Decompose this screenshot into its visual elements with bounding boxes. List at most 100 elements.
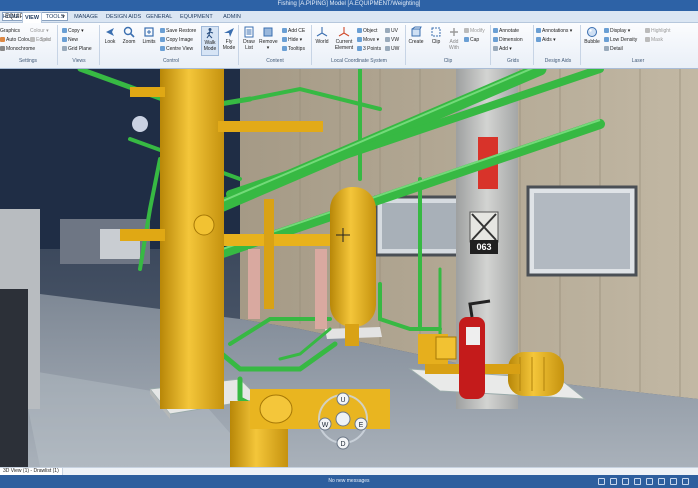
- centre-view-item[interactable]: Centre View: [160, 46, 193, 52]
- scene[interactable]: 063 U W E D: [0, 69, 698, 467]
- status-icon-7[interactable]: [670, 478, 677, 485]
- status-icon-5[interactable]: [646, 478, 653, 485]
- ribbon: Graphics Auto Colour Monochrome Colour ▾…: [0, 23, 698, 69]
- document-tab-bar: 3D View (1) - Drawlist (1): [0, 467, 698, 475]
- tab-admin[interactable]: ADMIN: [220, 12, 244, 23]
- tab-view[interactable]: VIEW: [22, 12, 42, 23]
- add-with-button[interactable]: Add With: [445, 26, 463, 51]
- draw-list-button[interactable]: Draw List: [240, 26, 258, 51]
- control-group-label: Control: [162, 58, 180, 64]
- fly-mode-button[interactable]: Fly Mode: [220, 26, 238, 51]
- tab-tools[interactable]: TOOLS: [44, 12, 66, 23]
- copy-icon: [62, 28, 67, 33]
- new-view-item[interactable]: New: [62, 37, 78, 43]
- copy-view-item[interactable]: Copy ▾: [62, 28, 84, 34]
- cap-item[interactable]: Cap: [464, 37, 479, 43]
- aids-item[interactable]: Aids ▾: [536, 37, 556, 43]
- compass-label-u: U: [340, 397, 345, 404]
- tab-general[interactable]: GENERAL: [146, 12, 172, 23]
- object-item[interactable]: Object: [357, 28, 377, 34]
- status-message: No new messages: [328, 478, 370, 484]
- compass-label-e: E: [359, 422, 364, 429]
- image-icon: [160, 37, 165, 42]
- tooltip-icon: [282, 46, 287, 51]
- limits-icon: [144, 27, 154, 37]
- colour-item[interactable]: Colour ▾: [30, 28, 49, 34]
- display-item[interactable]: Display ▾: [604, 28, 630, 34]
- graphics-item[interactable]: Graphics: [0, 28, 20, 34]
- sign-number: 063: [476, 242, 491, 252]
- modify-item[interactable]: Modify: [464, 28, 485, 34]
- fly-icon: [224, 28, 234, 37]
- remove-button[interactable]: Remove ▾: [259, 26, 278, 51]
- density-icon: [604, 37, 609, 42]
- vw-item[interactable]: VW: [385, 37, 399, 43]
- uw-icon: [385, 46, 390, 51]
- clip-icon: [431, 27, 441, 37]
- status-icon-1[interactable]: [598, 478, 605, 485]
- mask-icon: [645, 37, 650, 42]
- status-icon-2[interactable]: [610, 478, 617, 485]
- display-icon: [604, 28, 609, 33]
- separator: [490, 25, 491, 65]
- highlight-icon: [645, 28, 650, 33]
- object-icon: [357, 28, 362, 33]
- clip-button[interactable]: Clip: [427, 26, 445, 46]
- annotate-item[interactable]: Annotate: [493, 28, 519, 34]
- three-points-item[interactable]: 3 Points: [357, 46, 381, 52]
- grids-group-label: Grids: [507, 58, 519, 64]
- add-with-icon: [450, 28, 458, 36]
- status-icon-8[interactable]: [682, 478, 689, 485]
- window-title: Fishing [A.PIPING] Model [A.EQUIPMENT/We…: [277, 1, 421, 7]
- current-element-button[interactable]: Current Element: [333, 26, 355, 51]
- uw-item[interactable]: UW: [385, 46, 399, 52]
- save-restore-item[interactable]: Save Restore: [160, 28, 196, 34]
- bubble-button[interactable]: Bubble: [583, 26, 601, 46]
- status-icon-3[interactable]: [622, 478, 629, 485]
- tab-home[interactable]: HOME: [0, 12, 22, 23]
- add-grid-item[interactable]: Add ▾: [493, 46, 512, 52]
- uv-icon: [385, 28, 390, 33]
- compass-label-d: D: [340, 441, 345, 448]
- tab-equipment[interactable]: EQUIPMENT: [180, 12, 213, 23]
- monochrome-icon: [0, 46, 5, 51]
- hide-item[interactable]: Hide ▾: [282, 37, 302, 43]
- tab-design-aids[interactable]: DESIGN AIDS: [106, 12, 141, 23]
- tab-manage[interactable]: MANAGE: [74, 12, 98, 23]
- separator: [580, 25, 581, 65]
- bubble-icon: [587, 27, 597, 37]
- grid-plane-item[interactable]: Grid Plane: [62, 46, 92, 52]
- laser-group-label: Laser: [631, 58, 645, 64]
- move-item[interactable]: Move ▾: [357, 37, 379, 43]
- uv-item[interactable]: UV: [385, 28, 398, 34]
- tooltips-item[interactable]: Tooltips: [282, 46, 305, 52]
- status-icon-4[interactable]: [634, 478, 641, 485]
- monochrome-item[interactable]: Monochrome: [0, 46, 35, 52]
- mask-item[interactable]: Mask: [645, 37, 663, 43]
- walk-mode-button[interactable]: Walk Mode: [201, 26, 219, 56]
- zoom-icon: [123, 26, 135, 38]
- vw-icon: [385, 37, 390, 42]
- low-density-item[interactable]: Low Density: [604, 37, 637, 43]
- dimension-icon: [493, 37, 498, 42]
- solid-item[interactable]: Solid: [40, 37, 51, 43]
- create-clip-icon: [411, 26, 422, 37]
- highlight-item[interactable]: Highlight: [645, 28, 670, 34]
- 3d-viewport[interactable]: 063 U W E D: [0, 69, 698, 467]
- status-icon-6[interactable]: [658, 478, 665, 485]
- zoom-button[interactable]: Zoom: [120, 26, 138, 46]
- aids-icon: [536, 37, 541, 42]
- dimension-item[interactable]: Dimension: [493, 37, 523, 43]
- world-button[interactable]: World: [313, 26, 331, 46]
- add-grid-icon: [493, 46, 498, 51]
- auto-colour-item[interactable]: Auto Colour: [0, 37, 32, 43]
- create-clip-button[interactable]: Create: [407, 26, 425, 46]
- document-tab[interactable]: 3D View (1) - Drawlist (1): [0, 468, 63, 475]
- copy-image-item[interactable]: Copy Image: [160, 37, 193, 43]
- annotations-item[interactable]: Annotations ▾: [536, 28, 572, 34]
- detail-item[interactable]: Detail: [604, 46, 623, 52]
- look-button[interactable]: Look: [101, 26, 119, 46]
- lcs-group-label: Local Coordinate System: [331, 58, 387, 64]
- limits-button[interactable]: Limits: [140, 26, 158, 46]
- add-ce-item[interactable]: Add CE: [282, 28, 305, 34]
